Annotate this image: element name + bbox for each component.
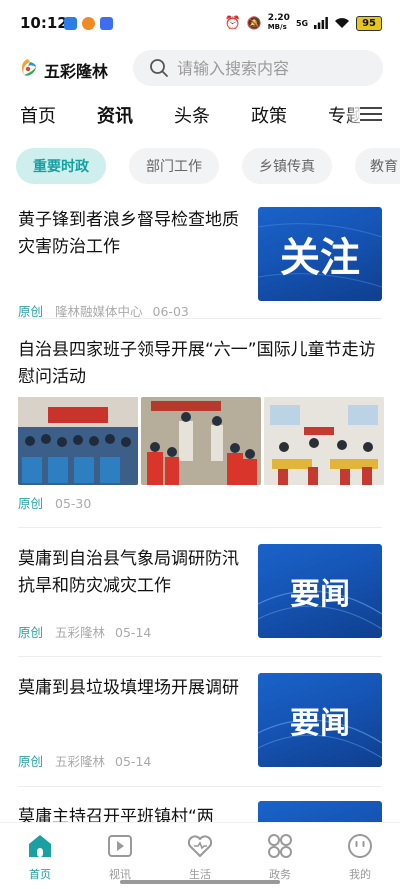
app-name: 五彩隆林 (44, 62, 109, 81)
home-indicator[interactable] (120, 880, 280, 884)
news-thumbnail: 要闻 (258, 673, 382, 767)
original-tag: 原创 (18, 625, 44, 640)
news-title: 莫庸主持召开平班镇村“两 (18, 807, 214, 822)
news-meta: 原创 五彩隆林 05-14 (18, 751, 151, 770)
subtab-education[interactable]: 教育 (355, 148, 400, 184)
nav-profile[interactable]: 我的 (330, 831, 390, 883)
news-title: 莫庸到县垃圾填埋场开展调研 (18, 678, 239, 698)
news-thumbnail: 要闻 (258, 544, 382, 638)
news-feed[interactable]: 黄子锋到者浪乡督导检查地质灾害防治工作 原创 隆林融媒体中心 06-03 关注 自治… (0, 190, 400, 822)
home-icon (29, 835, 51, 857)
tab-news[interactable]: 资讯 (97, 102, 133, 128)
menu-icon[interactable] (360, 104, 384, 124)
net-speed: 2.20 MB/s (267, 13, 290, 32)
news-date: 06-03 (152, 304, 189, 319)
search-bar[interactable] (133, 50, 383, 86)
divider (18, 786, 382, 787)
news-item[interactable]: 莫庸主持召开平班镇村“两 (18, 801, 384, 822)
nav-government[interactable]: 政务 (250, 831, 310, 883)
news-photo (18, 397, 138, 485)
video-icon (108, 835, 132, 857)
divider (18, 318, 382, 319)
original-tag: 原创 (18, 496, 44, 511)
news-date: 05-14 (115, 754, 152, 769)
news-title: 莫庸到自治县气象局调研防汛抗旱和防灾减灾工作 (18, 549, 239, 596)
status-indicators: ⏰ 🔕 2.20 MB/s 5G 95 (225, 14, 382, 32)
signal-icon (314, 17, 328, 29)
news-source: 五彩隆林 (55, 625, 106, 640)
news-photo (141, 397, 261, 485)
subtab-township-news[interactable]: 乡镇传真 (242, 148, 332, 184)
profile-icon (348, 834, 372, 858)
thumbnail-caption: 关注 (280, 234, 360, 281)
tab-home[interactable]: 首页 (20, 102, 56, 128)
notification-icon (82, 17, 95, 30)
news-title: 自治县四家班子领导开展“六一”国际儿童节走访慰问活动 (18, 340, 376, 387)
network-type: 5G (295, 18, 309, 28)
news-date: 05-30 (55, 496, 92, 511)
battery-indicator: 95 (356, 15, 382, 31)
tab-special[interactable]: 专题 (328, 102, 364, 128)
notification-icon (64, 17, 77, 30)
status-time: 10:12 (20, 14, 68, 32)
original-tag: 原创 (18, 754, 44, 769)
news-item[interactable]: 黄子锋到者浪乡督导检查地质灾害防治工作 原创 隆林融媒体中心 06-03 关注 (18, 207, 384, 319)
tab-headlines[interactable]: 头条 (174, 102, 210, 128)
alarm-icon: ⏰ (224, 15, 241, 31)
search-icon (150, 59, 168, 77)
app-logo-icon (21, 59, 36, 76)
heart-icon (187, 835, 213, 857)
news-meta: 原创 五彩隆林 05-14 (18, 622, 151, 641)
news-item[interactable]: 莫庸到县垃圾填埋场开展调研 原创 五彩隆林 05-14 要闻 (18, 673, 384, 787)
wifi-icon (335, 18, 350, 28)
news-photo-strip (18, 397, 384, 485)
app-header: 五彩隆林 (0, 48, 400, 88)
news-thumbnail (258, 801, 382, 822)
news-source: 五彩隆林 (55, 754, 106, 769)
subtab-department-work[interactable]: 部门工作 (129, 148, 219, 184)
divider (18, 656, 382, 657)
nav-label: 我的 (349, 868, 371, 881)
thumbnail-caption: 要闻 (290, 577, 350, 612)
news-meta: 原创 05-30 (18, 493, 91, 512)
divider (18, 527, 382, 528)
subtab-important-politics[interactable]: 重要时政 (16, 148, 106, 184)
nav-label: 首页 (29, 868, 51, 881)
news-date: 05-14 (115, 625, 152, 640)
news-source: 隆林融媒体中心 (55, 304, 143, 319)
news-item[interactable]: 莫庸到自治县气象局调研防汛抗旱和防灾减灾工作 原创 五彩隆林 05-14 要闻 (18, 544, 384, 658)
nav-video[interactable]: 视讯 (90, 831, 150, 883)
original-tag: 原创 (18, 304, 44, 319)
news-thumbnail: 关注 (258, 207, 382, 301)
status-bar: 10:12 ⏰ 🔕 2.20 MB/s 5G 95 (0, 0, 400, 48)
mute-icon: 🔕 (246, 16, 262, 30)
news-item[interactable]: 自治县四家班子领导开展“六一”国际儿童节走访慰问活动 原创 05-30 (18, 337, 384, 517)
thumbnail-caption: 要闻 (290, 706, 350, 741)
tab-policy[interactable]: 政策 (251, 102, 287, 128)
nav-home[interactable]: 首页 (10, 831, 70, 883)
sub-tabs: 重要时政 部门工作 乡镇传真 教育 (0, 148, 400, 184)
bottom-nav: 首页 视讯 生活 政务 我的 (0, 822, 400, 889)
news-photo (264, 397, 384, 485)
main-tabs: 首页 资讯 头条 政策 专题 (0, 98, 400, 132)
grid-icon (268, 834, 292, 858)
news-title: 黄子锋到者浪乡督导检查地质灾害防治工作 (18, 210, 239, 257)
notification-icon (100, 17, 113, 30)
search-input[interactable] (177, 50, 367, 86)
nav-life[interactable]: 生活 (170, 831, 230, 883)
